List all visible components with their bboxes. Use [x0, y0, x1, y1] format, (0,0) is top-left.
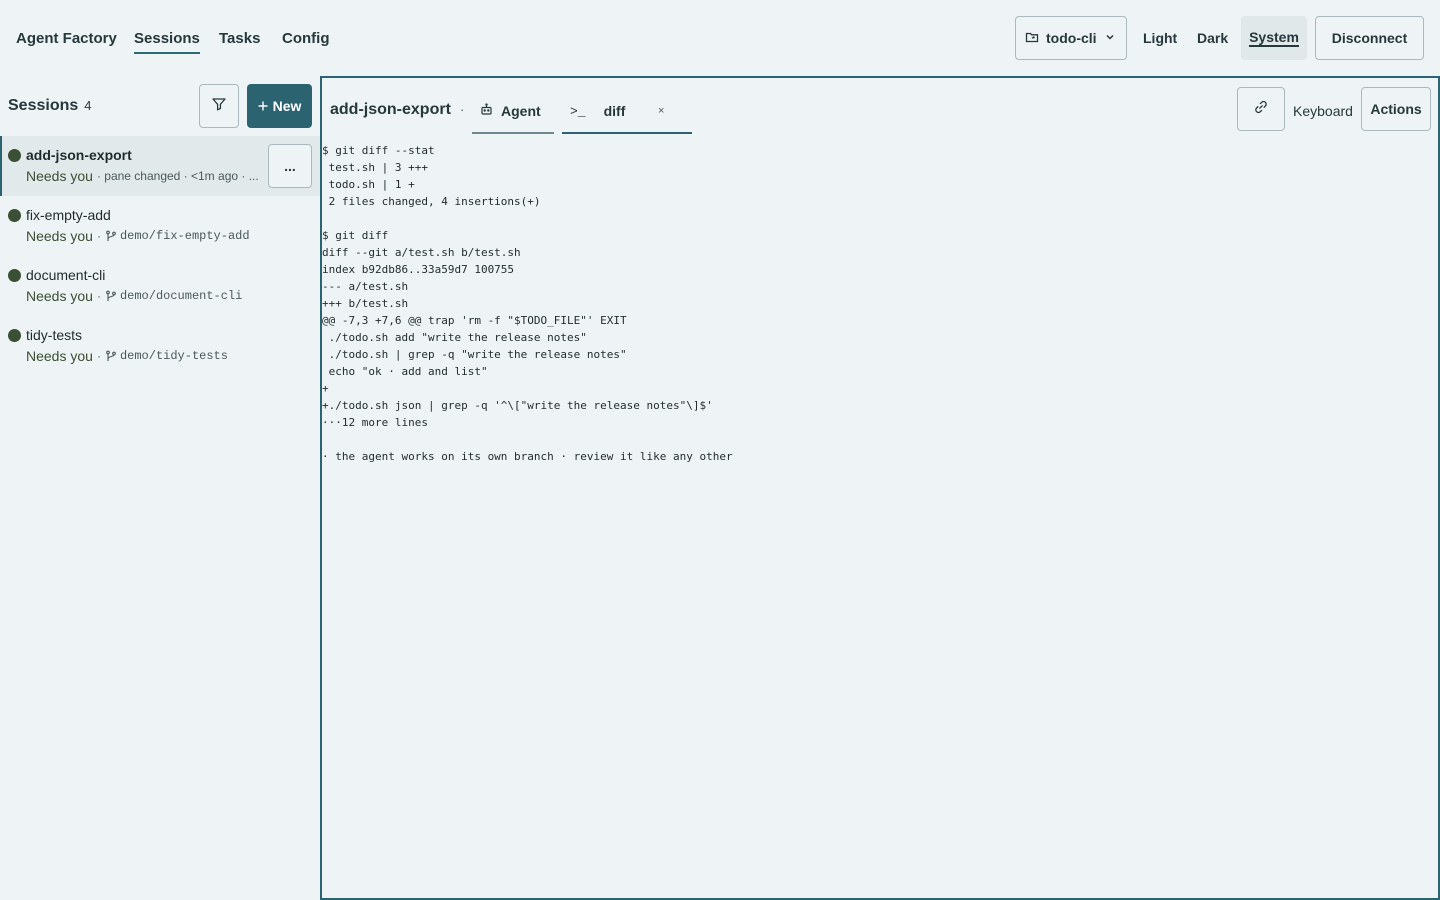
branch-name: demo/fix-empty-add [119, 229, 250, 243]
sessions-count: 4 [84, 98, 92, 113]
terminal-line: diff --git a/test.sh b/test.sh [322, 246, 521, 259]
session-more-button[interactable]: ... [268, 144, 312, 188]
session-status: Needs you · demo/fix-empty-add [26, 228, 250, 244]
app-title-link[interactable]: Agent Factory [16, 30, 117, 52]
tab-agent[interactable]: Agent [472, 90, 554, 134]
terminal-line: ./todo.sh | grep -q "write the release n… [322, 348, 627, 361]
actions-button[interactable]: Actions [1361, 87, 1431, 131]
status-dot [8, 269, 21, 282]
new-session-button[interactable]: New [247, 84, 312, 128]
terminal-prompt-icon: >_ [570, 103, 586, 119]
branch-name: demo/document-cli [119, 289, 243, 303]
top-bar: Agent Factory Sessions Tasks Config todo… [0, 0, 1440, 76]
terminal-line: · the agent works on its own branch · re… [322, 450, 733, 463]
session-item-fix-empty-add[interactable]: fix-empty-add Needs you · demo/fix-empty… [0, 196, 320, 256]
tab-sessions[interactable]: Sessions [134, 30, 200, 54]
terminal-line: + [322, 382, 329, 395]
terminal-line: 2 files changed, 4 insertions(+) [322, 195, 541, 208]
terminal-line: @@ -7,3 +7,6 @@ trap 'rm -f "$TODO_FILE"… [322, 314, 627, 327]
link-icon [1253, 99, 1269, 120]
git-branch-icon [105, 290, 117, 302]
terminal-line: +++ b/test.sh [322, 297, 409, 310]
session-name: add-json-export [26, 147, 132, 163]
tab-diff[interactable]: >_ diff × [562, 90, 692, 134]
tab-config[interactable]: Config [282, 30, 329, 52]
theme-dark-button[interactable]: Dark [1189, 16, 1236, 60]
git-branch-icon [105, 350, 117, 362]
title-separator: · [460, 102, 465, 117]
keyboard-button[interactable]: Keyboard [1293, 103, 1353, 119]
tab-tasks[interactable]: Tasks [219, 30, 260, 52]
session-status: Needs you · pane changed · <1m ago · ... [26, 168, 259, 184]
chevron-down-icon [1104, 30, 1116, 46]
terminal-line: ./todo.sh add "write the release notes" [322, 331, 587, 344]
filter-icon [211, 96, 227, 117]
disconnect-button[interactable]: Disconnect [1315, 16, 1424, 60]
session-item-document-cli[interactable]: document-cli Needs you · demo/document-c… [0, 256, 320, 316]
terminal-line: echo "ok · add and list" [322, 365, 488, 378]
session-status: Needs you · demo/tidy-tests [26, 348, 228, 364]
theme-light-button[interactable]: Light [1135, 16, 1185, 60]
project-name: todo-cli [1046, 30, 1097, 46]
status-dot [8, 329, 21, 342]
folder-icon [1025, 30, 1039, 47]
terminal-output[interactable]: $ git diff --stat test.sh | 3 +++ todo.s… [322, 142, 733, 465]
status-dot [8, 209, 21, 222]
terminal-line: $ git diff [322, 229, 389, 242]
project-selector[interactable]: todo-cli [1015, 16, 1127, 60]
session-status: Needs you · demo/document-cli [26, 288, 243, 304]
session-name: fix-empty-add [26, 207, 111, 223]
session-panel: add-json-export · Agent >_ diff × Keyboa… [320, 76, 1440, 900]
branch-name: demo/tidy-tests [119, 349, 228, 363]
session-title: add-json-export [330, 101, 451, 118]
status-dot [8, 149, 21, 162]
terminal-line: +./todo.sh json | grep -q '^\["write the… [322, 399, 713, 412]
terminal-line: todo.sh | 1 + [322, 178, 415, 191]
plus-icon [258, 98, 268, 114]
session-name: document-cli [26, 267, 106, 283]
terminal-line: --- a/test.sh [322, 280, 409, 293]
terminal-line: $ git diff --stat [322, 144, 435, 157]
session-detail: · pane changed · <1m ago · ... [96, 169, 259, 183]
filter-button[interactable] [199, 84, 239, 128]
terminal-line: test.sh | 3 +++ [322, 161, 428, 174]
session-item-tidy-tests[interactable]: tidy-tests Needs you · demo/tidy-tests [0, 316, 320, 376]
session-item-add-json-export[interactable]: add-json-export Needs you · pane changed… [0, 136, 320, 196]
sessions-heading: Sessions 4 [8, 97, 92, 114]
terminal-line: ···12 more lines [322, 416, 428, 429]
robot-icon [480, 103, 493, 119]
sessions-sidebar: Sessions 4 New add-json-export Needs you … [0, 76, 320, 900]
close-icon[interactable]: × [658, 105, 664, 117]
git-branch-icon [105, 230, 117, 242]
session-name: tidy-tests [26, 327, 83, 343]
theme-system-button[interactable]: System [1241, 16, 1307, 60]
copy-link-button[interactable] [1237, 87, 1285, 131]
terminal-line: index b92db86..33a59d7 100755 [322, 263, 515, 276]
